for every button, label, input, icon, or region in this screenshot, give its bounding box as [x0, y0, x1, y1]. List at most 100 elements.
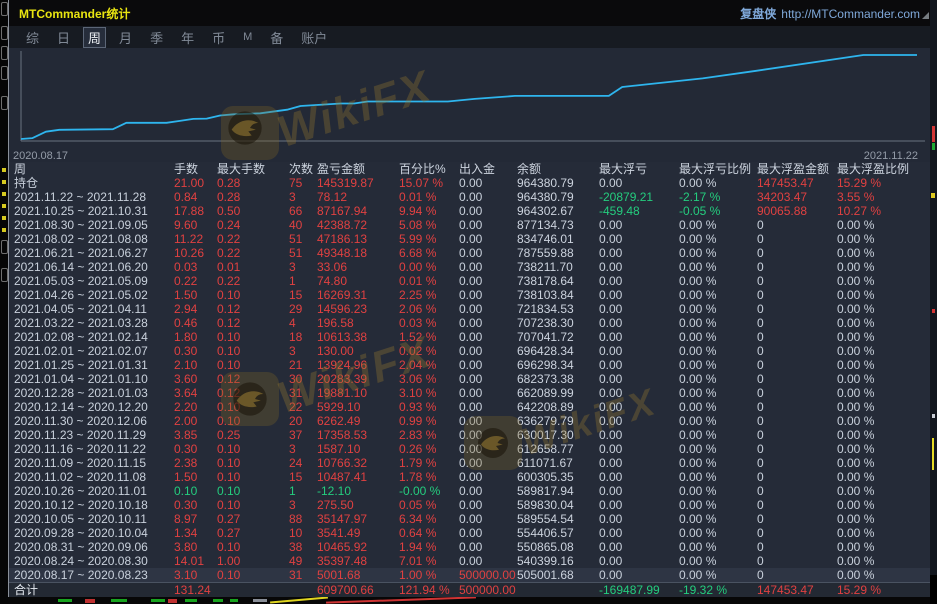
- brand-link[interactable]: 复盘侠http://MTCommander.com: [740, 5, 920, 22]
- menu-item-day[interactable]: 日: [52, 27, 75, 48]
- table-row[interactable]: 2020.08.24 ~ 2020.08.3014.011.004935397.…: [9, 554, 930, 568]
- cell-pnl-pct: 2.83 %: [399, 428, 459, 442]
- cell-pnl: 74.80: [317, 274, 399, 288]
- cell-max-drawdown: 0.00: [599, 218, 679, 232]
- table-row[interactable]: 2021.08.30 ~ 2021.09.059.600.244042388.7…: [9, 218, 930, 232]
- cell-max-float-profit-pct: 0.00 %: [837, 372, 930, 386]
- menu-item-currency[interactable]: 币: [207, 27, 230, 48]
- cell-balance: 589817.94: [517, 484, 599, 498]
- table-row[interactable]: 持仓21.000.2875145319.8715.07 %0.00964380.…: [9, 176, 930, 190]
- cell-deposit: 500000.00: [459, 583, 517, 597]
- cell-pnl: 10613.38: [317, 330, 399, 344]
- cell-max-drawdown: 0.00: [599, 372, 679, 386]
- cell-trades: 15: [289, 288, 317, 302]
- cell-deposit: 0.00: [459, 190, 517, 204]
- table-row[interactable]: 2021.02.01 ~ 2021.02.070.300.103130.000.…: [9, 344, 930, 358]
- cell-max-lots: 0.10: [217, 358, 289, 372]
- cell-max-lots: 最大手数: [217, 162, 289, 176]
- cell-max-float-profit: 0: [757, 512, 837, 526]
- table-row[interactable]: 2020.11.16 ~ 2020.11.220.300.1031587.100…: [9, 442, 930, 456]
- cell-max-drawdown: 0.00: [599, 470, 679, 484]
- table-row[interactable]: 2021.04.05 ~ 2021.04.112.940.122914596.2…: [9, 302, 930, 316]
- table-row[interactable]: 2020.11.23 ~ 2020.11.293.850.253717358.5…: [9, 428, 930, 442]
- cell-pnl: 10465.92: [317, 540, 399, 554]
- background-chart-fragment: [932, 438, 934, 470]
- menu-item-note[interactable]: 备: [265, 27, 288, 48]
- title-bar[interactable]: MTCommander统计 复盘侠http://MTCommander.com: [9, 0, 930, 26]
- menu-item-overview[interactable]: 综: [21, 27, 44, 48]
- cell-deposit: 0.00: [459, 372, 517, 386]
- table-row[interactable]: 2020.12.28 ~ 2021.01.033.640.123119881.1…: [9, 386, 930, 400]
- table-row[interactable]: 2021.04.26 ~ 2021.05.021.500.101516269.3…: [9, 288, 930, 302]
- cell-max-float-profit-pct: 0.00 %: [837, 554, 930, 568]
- menu-item-magic[interactable]: M: [238, 30, 257, 44]
- cell-deposit: 0.00: [459, 204, 517, 218]
- cell-deposit: 0.00: [459, 414, 517, 428]
- cell-pnl-pct: 1.94 %: [399, 540, 459, 554]
- cell-max-float-profit-pct: 0.00 %: [837, 456, 930, 470]
- menu-item-month[interactable]: 月: [114, 27, 137, 48]
- table-row[interactable]: 2020.11.02 ~ 2020.11.081.500.101510487.4…: [9, 470, 930, 484]
- menu-item-week[interactable]: 周: [83, 27, 106, 48]
- table-row[interactable]: 2021.06.14 ~ 2021.06.200.030.01333.060.0…: [9, 260, 930, 274]
- cell-balance: 738103.84: [517, 288, 599, 302]
- cell-max-drawdown: 0.00: [599, 456, 679, 470]
- menu-item-year[interactable]: 年: [176, 27, 199, 48]
- table-row[interactable]: 2020.12.14 ~ 2020.12.202.200.10225929.10…: [9, 400, 930, 414]
- table-row[interactable]: 2021.01.04 ~ 2021.01.103.600.123020283.3…: [9, 372, 930, 386]
- cell-max-lots: 0.22: [217, 274, 289, 288]
- cell-max-drawdown-pct: 0.00 %: [679, 330, 757, 344]
- menu-item-quarter[interactable]: 季: [145, 27, 168, 48]
- cell-max-drawdown-pct: 0.00 %: [679, 540, 757, 554]
- background-toolbar-button: [1, 96, 8, 110]
- cell-deposit: 0.00: [459, 274, 517, 288]
- table-row[interactable]: 2021.08.02 ~ 2021.08.0811.220.225147186.…: [9, 232, 930, 246]
- table-row[interactable]: 2020.11.30 ~ 2020.12.062.000.10206262.49…: [9, 414, 930, 428]
- cell-max-float-profit: 0: [757, 330, 837, 344]
- menu-item-account[interactable]: 账户: [296, 27, 332, 48]
- cell-balance: 964302.67: [517, 204, 599, 218]
- cell-max-drawdown: 0.00: [599, 176, 679, 190]
- cell-max-drawdown: 0.00: [599, 386, 679, 400]
- background-text-fragment: [2, 216, 6, 220]
- table-row[interactable]: 2021.03.22 ~ 2021.03.280.460.124196.580.…: [9, 316, 930, 330]
- table-row[interactable]: 2021.05.03 ~ 2021.05.090.220.22174.800.0…: [9, 274, 930, 288]
- background-chart-fragment: [151, 599, 165, 602]
- cell-max-lots: 0.22: [217, 232, 289, 246]
- table-row[interactable]: 2021.01.25 ~ 2021.01.312.100.102113924.9…: [9, 358, 930, 372]
- resize-grip-icon[interactable]: [922, 12, 929, 19]
- cell-max-float-profit-pct: 0.00 %: [837, 288, 930, 302]
- table-row[interactable]: 2021.02.08 ~ 2021.02.141.800.101810613.3…: [9, 330, 930, 344]
- table-row[interactable]: 2020.10.12 ~ 2020.10.180.300.103275.500.…: [9, 498, 930, 512]
- cell-trades: 88: [289, 512, 317, 526]
- cell-pnl: 19881.10: [317, 386, 399, 400]
- table-row[interactable]: 2021.10.25 ~ 2021.10.3117.880.506687167.…: [9, 204, 930, 218]
- cell-max-float-profit: 0: [757, 246, 837, 260]
- equity-chart-area: WikiFX 2020.08.17 2021.11.22: [9, 48, 930, 162]
- cell-pnl-pct: 0.03 %: [399, 316, 459, 330]
- table-row[interactable]: 2020.10.05 ~ 2020.10.118.970.278835147.9…: [9, 512, 930, 526]
- cell-max-drawdown-pct: 0.00 %: [679, 386, 757, 400]
- cell-pnl-pct: 1.52 %: [399, 330, 459, 344]
- cell-period: 2021.02.01 ~ 2021.02.07: [14, 344, 174, 358]
- table-row[interactable]: 2020.09.28 ~ 2020.10.041.340.27103541.49…: [9, 526, 930, 540]
- cell-deposit: 0.00: [459, 344, 517, 358]
- cell-max-drawdown: 0.00: [599, 358, 679, 372]
- table-row[interactable]: 2020.10.26 ~ 2020.11.010.100.101-12.10-0…: [9, 484, 930, 498]
- cell-max-float-profit: 0: [757, 470, 837, 484]
- cell-max-drawdown-pct: 0.00 %: [679, 316, 757, 330]
- cell-lots: 11.22: [174, 232, 217, 246]
- table-row[interactable]: 2020.08.17 ~ 2020.08.233.100.10315001.68…: [9, 568, 930, 582]
- cell-deposit: 0.00: [459, 316, 517, 330]
- table-row[interactable]: 2021.11.22 ~ 2021.11.280.840.28378.120.0…: [9, 190, 930, 204]
- cell-pnl: 17358.53: [317, 428, 399, 442]
- cell-period: 2020.11.30 ~ 2020.12.06: [14, 414, 174, 428]
- table-row[interactable]: 2020.08.31 ~ 2020.09.063.800.103810465.9…: [9, 540, 930, 554]
- cell-pnl-pct: 0.26 %: [399, 442, 459, 456]
- cell-max-float-profit-pct: 0.00 %: [837, 428, 930, 442]
- window-title: MTCommander统计: [19, 5, 130, 22]
- cell-max-drawdown: 0.00: [599, 414, 679, 428]
- cell-max-drawdown-pct: 0.00 %: [679, 554, 757, 568]
- table-row[interactable]: 2020.11.09 ~ 2020.11.152.380.102410766.3…: [9, 456, 930, 470]
- table-row[interactable]: 2021.06.21 ~ 2021.06.2710.260.225149348.…: [9, 246, 930, 260]
